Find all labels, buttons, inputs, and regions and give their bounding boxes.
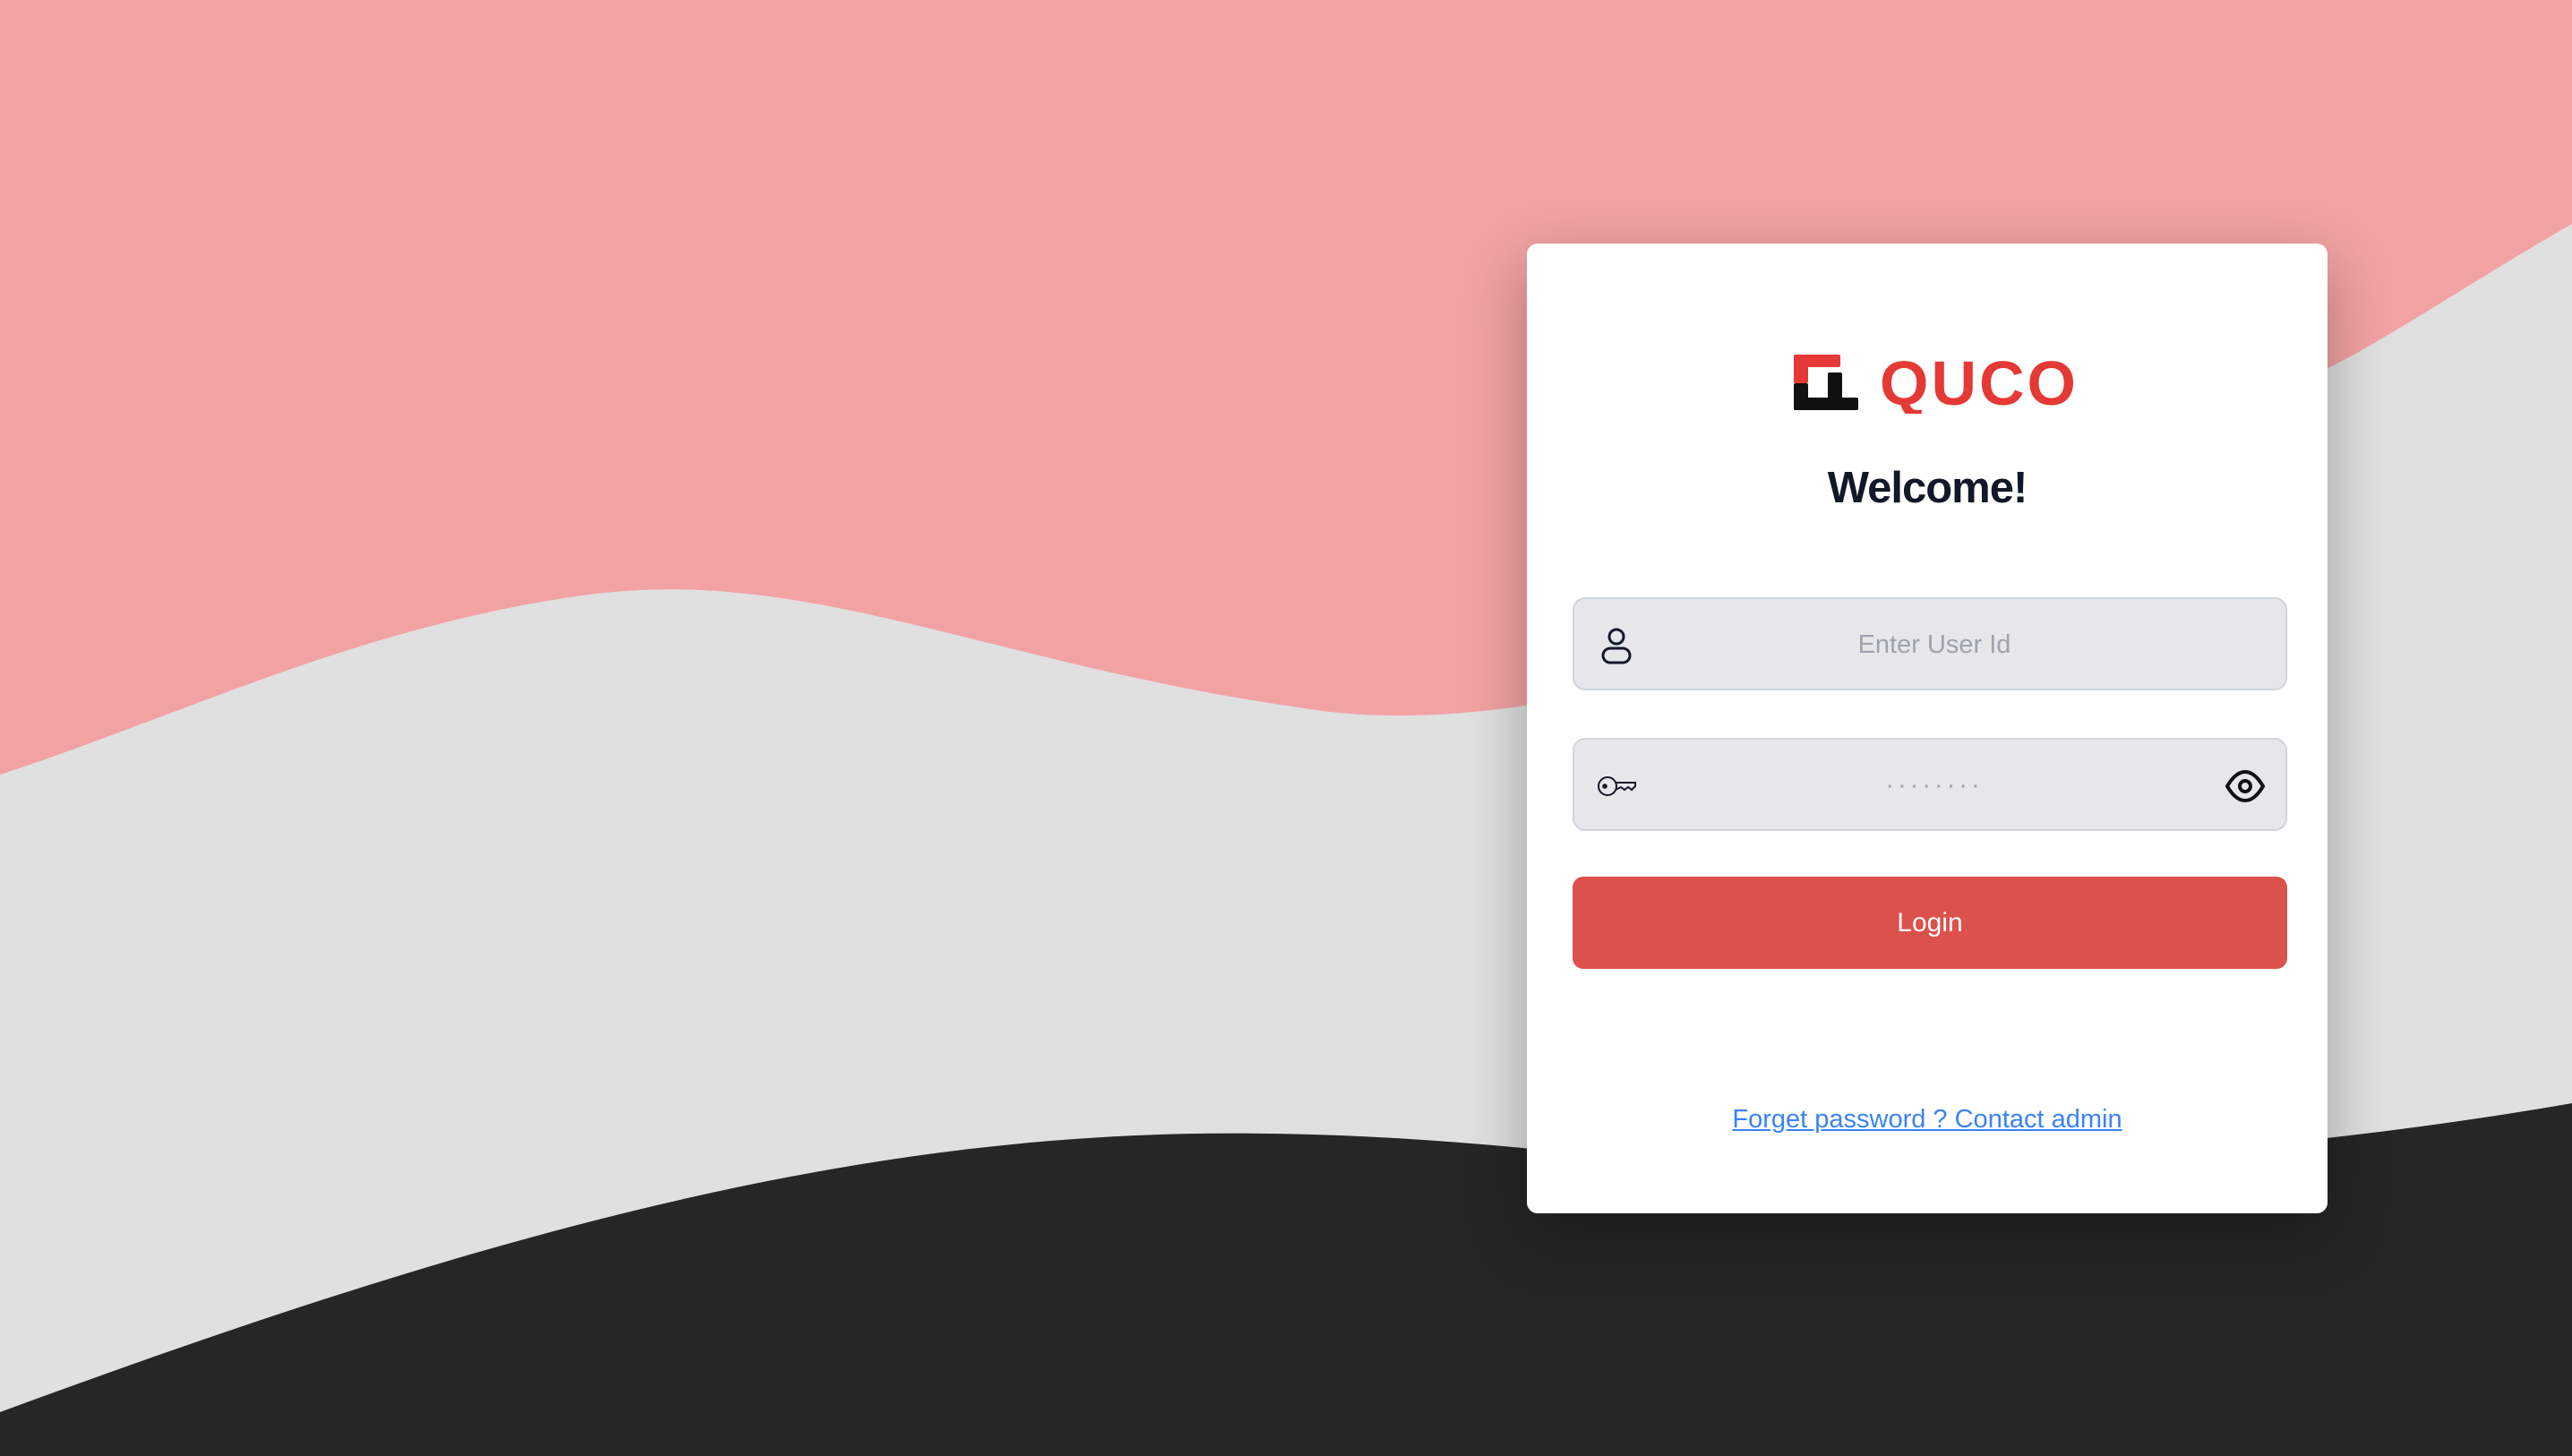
eye-icon[interactable] (2225, 766, 2266, 807)
user-icon (1601, 628, 1632, 664)
forgot-password-link[interactable]: Forget password ? Contact admin (1527, 1105, 2328, 1135)
welcome-heading: Welcome! (1827, 464, 2028, 512)
login-card: QUCO Welcome! Login Forget password ? Co… (1527, 244, 2328, 1213)
svg-text:QUCO: QUCO (1880, 351, 2079, 414)
password-field-container (1573, 738, 2287, 831)
user-id-input[interactable] (1655, 599, 2214, 690)
quco-logo: QUCO (1794, 351, 2079, 414)
login-button[interactable]: Login (1573, 877, 2287, 969)
password-input[interactable] (1655, 740, 2214, 831)
user-id-field-container (1573, 597, 2287, 690)
key-icon (1598, 776, 1636, 796)
